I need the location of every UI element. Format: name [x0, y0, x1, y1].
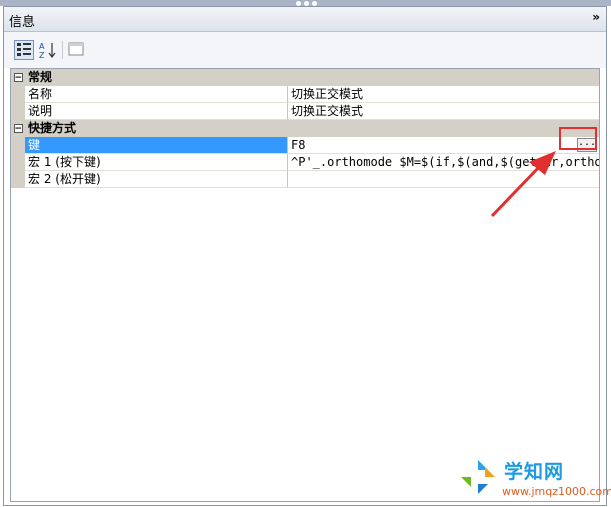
- watermark-logo-icon: [460, 459, 496, 495]
- annotation-arrow-icon: [490, 151, 556, 218]
- watermark: 学知网 www.jmqz1000.com: [456, 455, 611, 505]
- watermark-url: www.jmqz1000.com: [502, 485, 611, 498]
- watermark-title: 学知网: [504, 461, 565, 483]
